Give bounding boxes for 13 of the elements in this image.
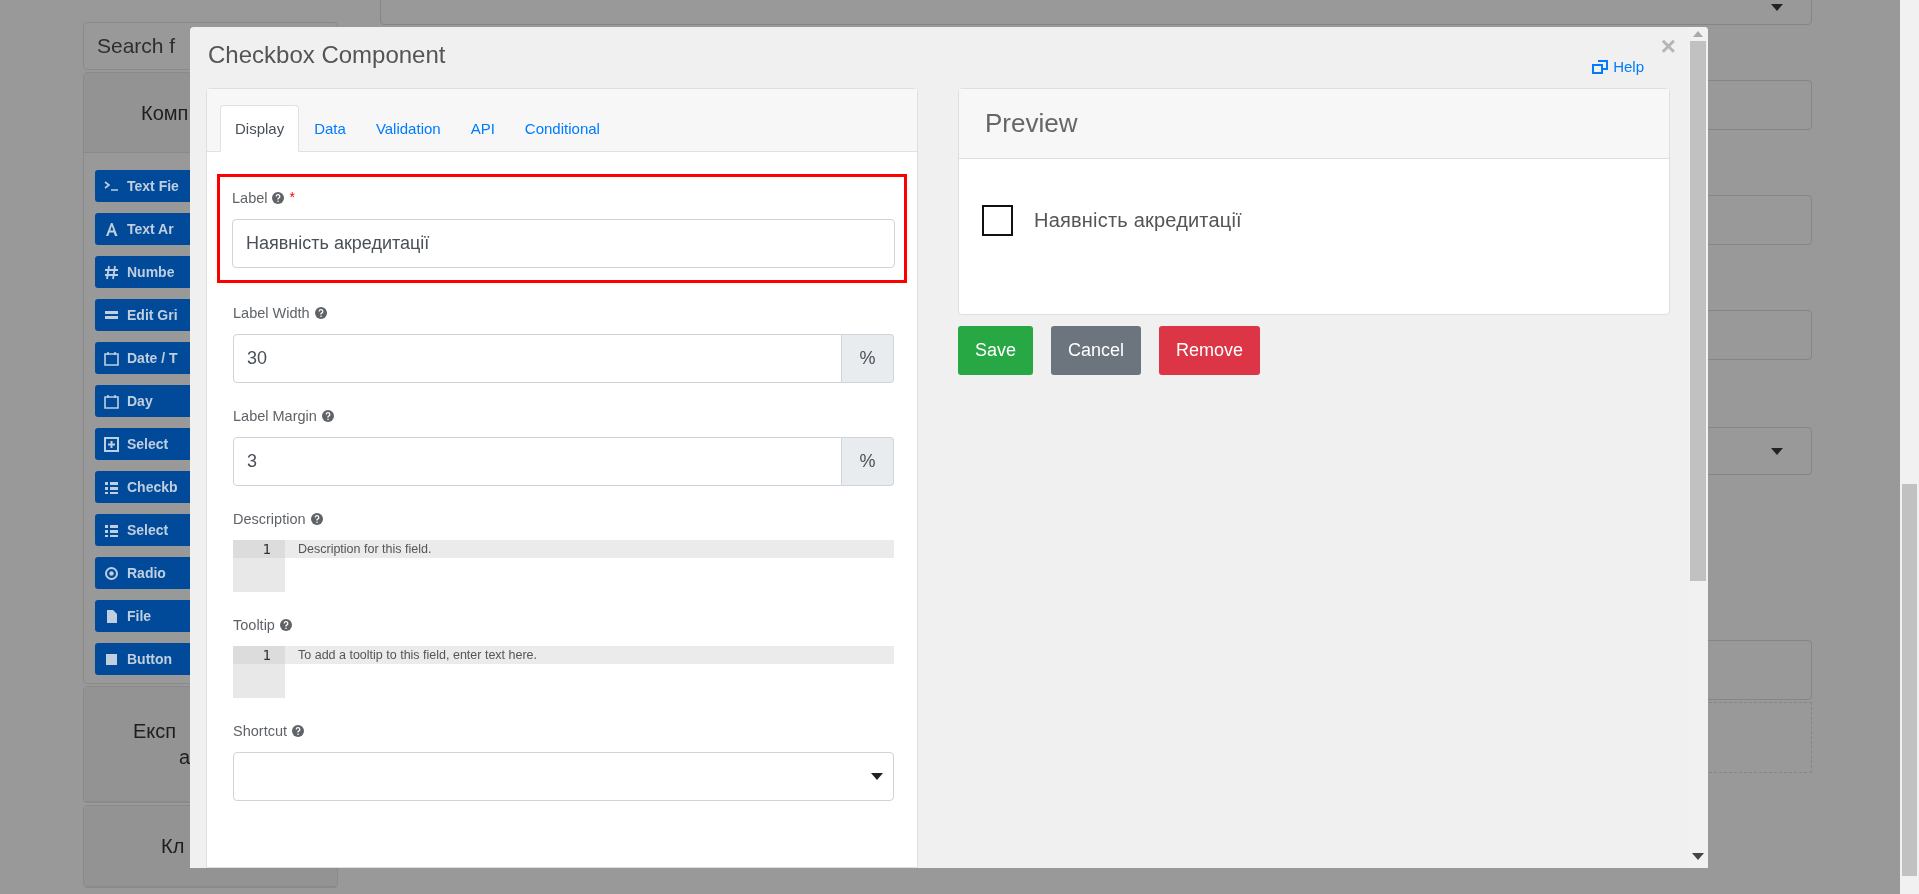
field-label: Label Width — [233, 305, 310, 321]
field-label: Label Margin — [233, 408, 317, 424]
field-label: Tooltip — [233, 617, 275, 633]
line-number: 1 — [233, 540, 285, 592]
percent-addon: % — [842, 437, 894, 486]
modal-title: Checkbox Component — [208, 41, 446, 70]
preview-title: Preview — [959, 89, 1669, 159]
percent-addon: % — [842, 334, 894, 383]
required-mark: * — [289, 189, 295, 205]
field-label: Description — [233, 511, 306, 527]
line-number: 1 — [233, 646, 285, 698]
field-label: Label — [232, 190, 268, 206]
field-label: Shortcut — [233, 723, 287, 739]
